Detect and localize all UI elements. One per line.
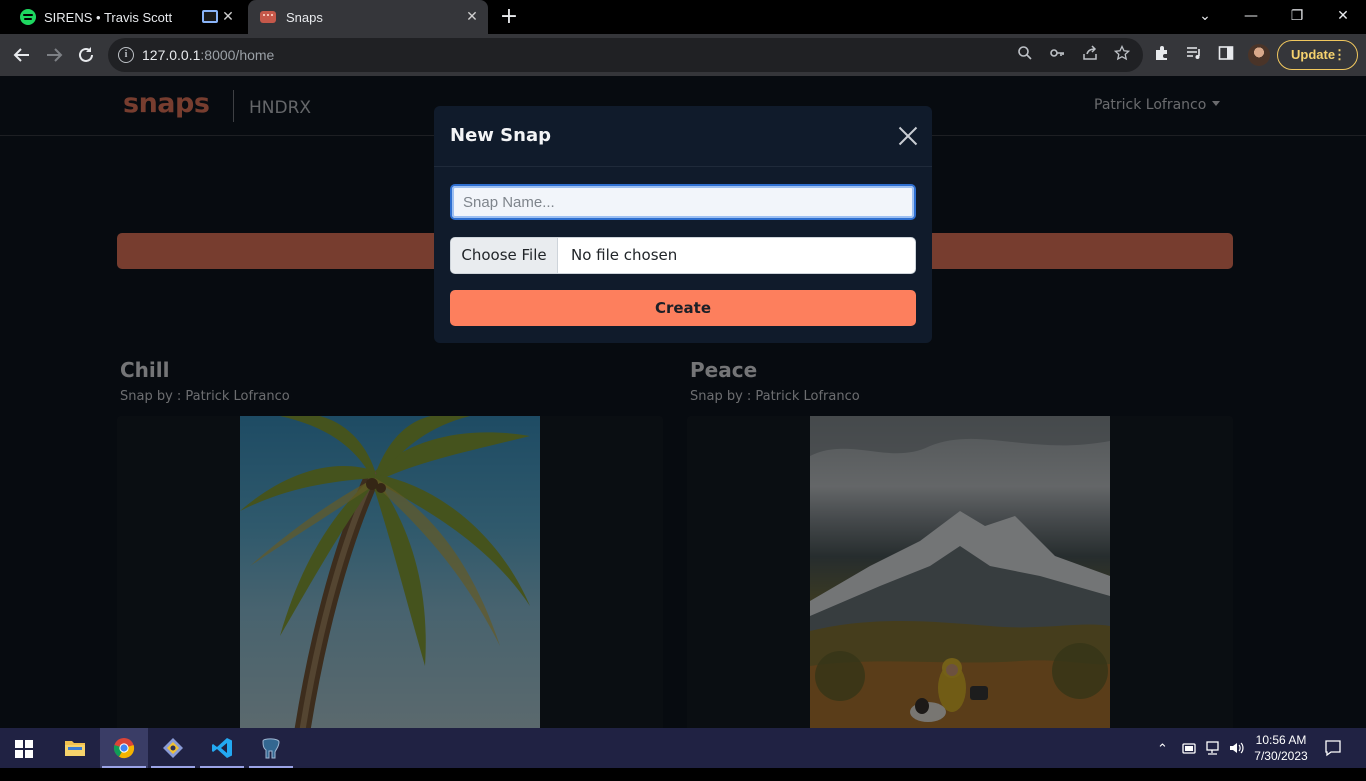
spotify-icon xyxy=(20,9,36,25)
windows-logo-icon xyxy=(15,740,33,758)
system-clock[interactable]: 10:56 AM 7/30/2023 xyxy=(1252,732,1310,764)
taskbar-vscode[interactable] xyxy=(198,728,246,768)
taskbar-chrome[interactable] xyxy=(100,728,148,768)
tab-snaps[interactable]: Snaps ✕ xyxy=(248,0,488,34)
restore-button[interactable]: ❐ xyxy=(1283,6,1311,26)
taskbar-pgadmin[interactable] xyxy=(247,728,295,768)
new-snap-modal: New Snap Choose File No file chosen Crea… xyxy=(434,106,932,343)
share-icon[interactable] xyxy=(1080,45,1100,65)
modal-title: New Snap xyxy=(450,125,551,146)
reload-icon[interactable] xyxy=(73,42,99,68)
address-bar[interactable]: i 127.0.0.1:8000/home xyxy=(108,38,1143,72)
volume-icon[interactable] xyxy=(1228,740,1246,756)
update-button[interactable]: Update ⋮ xyxy=(1277,40,1358,70)
show-hidden-icons-chevron-icon[interactable]: ⌃ xyxy=(1157,741,1168,781)
snap-name-input[interactable] xyxy=(450,184,916,220)
minimize-button[interactable]: — xyxy=(1237,6,1265,26)
tab-title: SIRENS • Travis Scott xyxy=(44,9,173,25)
taskbar-git-app[interactable] xyxy=(149,728,197,768)
clock-time: 10:56 AM xyxy=(1255,733,1307,747)
browser-tab-strip: SIRENS • Travis Scott ✕ Snaps ✕ + ⌄ — ❐ … xyxy=(0,0,1366,34)
modal-header: New Snap xyxy=(434,106,932,167)
picture-in-picture-icon[interactable] xyxy=(202,10,218,23)
choose-file-button[interactable]: Choose File xyxy=(451,238,558,273)
close-icon[interactable] xyxy=(898,126,918,146)
folder-icon xyxy=(65,741,85,756)
forward-arrow-icon[interactable] xyxy=(41,42,67,68)
notifications-icon[interactable] xyxy=(1324,739,1342,757)
taskbar-file-explorer[interactable] xyxy=(51,728,99,768)
postgres-elephant-icon xyxy=(262,738,280,759)
tab-sirens[interactable]: SIRENS • Travis Scott ✕ xyxy=(8,0,244,34)
new-tab-button[interactable]: + xyxy=(498,6,520,28)
search-icon[interactable] xyxy=(1015,45,1035,65)
vscode-icon xyxy=(212,738,232,758)
network-icon[interactable] xyxy=(1205,740,1221,756)
side-panel-icon[interactable] xyxy=(1216,45,1236,65)
chrome-icon xyxy=(113,738,135,759)
media-queue-icon[interactable] xyxy=(1184,45,1204,65)
more-vert-icon: ⋮ xyxy=(1333,47,1346,62)
snaps-favicon-icon xyxy=(260,11,276,23)
key-icon[interactable] xyxy=(1047,45,1067,65)
bookmark-star-icon[interactable] xyxy=(1112,44,1132,65)
back-arrow-icon[interactable] xyxy=(9,42,35,68)
git-diamond-icon xyxy=(163,738,183,758)
start-button[interactable] xyxy=(0,728,48,768)
profile-avatar[interactable] xyxy=(1248,44,1270,66)
tab-title: Snaps xyxy=(286,9,323,25)
tab-close-icon[interactable]: ✕ xyxy=(464,9,480,25)
battery-plug-icon[interactable] xyxy=(1181,741,1197,755)
file-input[interactable]: Choose File No file chosen xyxy=(450,237,916,274)
extensions-puzzle-icon[interactable] xyxy=(1152,45,1172,65)
site-info-icon[interactable]: i xyxy=(118,47,134,63)
clock-date: 7/30/2023 xyxy=(1254,749,1308,763)
close-window-button[interactable]: ✕ xyxy=(1329,6,1357,26)
file-status-text: No file chosen xyxy=(571,246,678,264)
browser-toolbar: i 127.0.0.1:8000/home Update ⋮ xyxy=(0,34,1366,76)
tab-close-icon[interactable]: ✕ xyxy=(220,9,236,25)
url-text: 127.0.0.1:8000/home xyxy=(142,47,275,63)
windows-taskbar: ⌃ 10:56 AM 7/30/2023 xyxy=(0,728,1366,768)
tab-search-icon[interactable]: ⌄ xyxy=(1191,6,1219,26)
update-label: Update xyxy=(1291,47,1336,62)
page-content: snaps HNDRX Patrick Lofranco Chill Snap … xyxy=(0,76,1366,728)
create-button[interactable]: Create xyxy=(450,290,916,326)
